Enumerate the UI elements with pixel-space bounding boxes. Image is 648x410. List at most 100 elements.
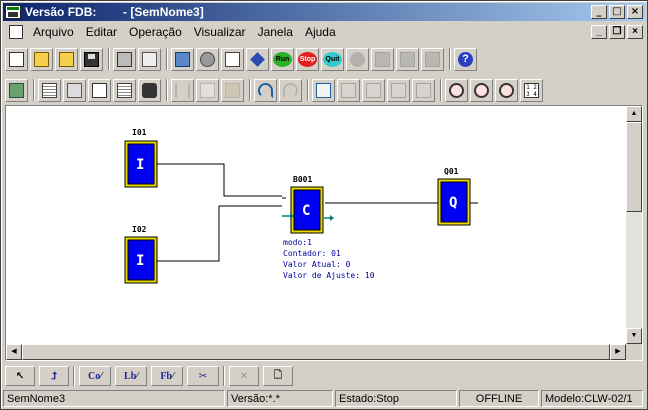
grid-numbers-button[interactable]: 1 2 3 4 — [520, 78, 543, 102]
label-button[interactable]: Lb ⁄ — [115, 366, 147, 386]
redo-icon — [283, 82, 298, 98]
column-button[interactable]: Co ⁄ — [79, 366, 111, 386]
transfer-button[interactable] — [221, 47, 244, 71]
cut-button[interactable] — [171, 78, 194, 102]
new-file-button[interactable] — [5, 47, 28, 71]
quit-button[interactable]: Quit — [321, 47, 344, 71]
vertical-scroll-thumb[interactable] — [626, 122, 642, 212]
scroll-left-arrow-icon[interactable]: ◀ — [6, 344, 22, 360]
menu-janela[interactable]: Janela — [252, 25, 299, 39]
scroll-right-arrow-icon[interactable]: ▶ — [610, 344, 626, 360]
write-button[interactable] — [421, 47, 444, 71]
move-left-button[interactable] — [387, 78, 410, 102]
block-id: Q01 — [444, 167, 459, 176]
function-block-icon — [67, 82, 82, 98]
refresh-button[interactable] — [196, 47, 219, 71]
output-block-q01[interactable]: Q01 Q — [437, 167, 471, 226]
delete-button[interactable]: ✕ — [229, 366, 259, 386]
vertical-scrollbar[interactable]: ▲ ▼ — [626, 106, 642, 344]
title-bar[interactable]: Versão FDB: - [SemNome3] _ □ × — [3, 3, 645, 21]
connection-tool-button[interactable] — [38, 78, 61, 102]
document-icon[interactable] — [9, 25, 23, 39]
counter-number: Contador: 01 — [283, 249, 341, 258]
horizontal-scroll-thumb[interactable] — [22, 344, 610, 360]
table-button[interactable] — [113, 78, 136, 102]
move-right-button[interactable] — [412, 78, 435, 102]
print-button[interactable] — [113, 47, 136, 71]
menu-ajuda[interactable]: Ajuda — [299, 25, 342, 39]
help-icon: ? — [458, 51, 473, 67]
move-down-button[interactable] — [362, 78, 385, 102]
input-block-i02[interactable]: I02 I — [124, 225, 158, 284]
toolbar-separator — [33, 79, 35, 101]
block-id: B001 — [293, 175, 312, 184]
scroll-corner — [626, 344, 642, 360]
save-disk-icon — [84, 51, 99, 67]
cut-icon — [175, 82, 190, 98]
zoom-fit-button[interactable] — [495, 78, 518, 102]
menu-arquivo[interactable]: Arquivo — [27, 25, 80, 39]
zoom-out-button[interactable] — [445, 78, 468, 102]
comment-button[interactable] — [88, 78, 111, 102]
monitor-button[interactable] — [371, 47, 394, 71]
scroll-down-arrow-icon[interactable]: ▼ — [626, 328, 642, 344]
connect-button[interactable] — [171, 47, 194, 71]
minimize-button[interactable]: _ — [591, 5, 607, 19]
mdi-close-button[interactable]: × — [627, 25, 643, 39]
find-button[interactable] — [138, 78, 161, 102]
toolbar-separator — [249, 79, 251, 101]
horizontal-scrollbar[interactable]: ◀ ▶ — [6, 344, 626, 360]
mdi-minimize-button[interactable]: _ — [591, 25, 607, 39]
disabled-read-icon — [400, 51, 415, 67]
main-toolbar: Run Stop Quit ? — [5, 45, 479, 73]
block-palette-button[interactable] — [5, 78, 28, 102]
maximize-button[interactable]: □ — [609, 5, 625, 19]
window-title: Versão FDB: - [SemNome3] — [25, 5, 204, 19]
mdi-restore-button[interactable]: ❐ — [609, 25, 625, 39]
new-folder-button[interactable] — [55, 47, 78, 71]
toolbar-separator — [440, 79, 442, 101]
open-button[interactable] — [30, 47, 53, 71]
input-block-i01[interactable]: I01 I — [124, 128, 158, 188]
wire-button[interactable]: ⮥ — [39, 366, 69, 386]
move-down-icon — [366, 82, 381, 98]
app-icon[interactable] — [5, 5, 21, 19]
print-preview-icon — [142, 51, 157, 67]
menu-editar[interactable]: Editar — [80, 25, 123, 39]
move-diagonal-button[interactable] — [312, 78, 335, 102]
paste-button[interactable] — [221, 78, 244, 102]
function-block-button[interactable] — [63, 78, 86, 102]
close-button[interactable]: × — [627, 5, 643, 19]
menu-visualizar[interactable]: Visualizar — [188, 25, 252, 39]
scroll-up-arrow-icon[interactable]: ▲ — [626, 106, 642, 122]
move-up-button[interactable] — [337, 78, 360, 102]
print-preview-button[interactable] — [138, 47, 161, 71]
undo-button[interactable] — [254, 78, 277, 102]
redo-button[interactable] — [279, 78, 302, 102]
menu-operacao[interactable]: Operação — [123, 25, 188, 39]
tools-button[interactable] — [246, 47, 269, 71]
stop-button[interactable]: Stop — [296, 47, 319, 71]
teal-output-arrowhead — [330, 215, 334, 221]
zoom-in-button[interactable] — [470, 78, 493, 102]
run-button[interactable]: Run — [271, 47, 294, 71]
fb-button[interactable]: Fb ⁄ — [151, 366, 183, 386]
run-icon: Run — [273, 51, 292, 67]
save-button[interactable] — [80, 47, 103, 71]
stop-icon: Stop — [298, 51, 317, 67]
read-button[interactable] — [396, 47, 419, 71]
toolbar-separator — [73, 366, 75, 386]
monitor-circle-button[interactable] — [346, 47, 369, 71]
counter-block-b001[interactable]: B001 C modo:1 Contador: 01 Valor Atual: … — [282, 175, 375, 280]
drawing-toolbar: ↖ ⮥ Co ⁄ Lb ⁄ Fb ⁄ ✂ ✕ 🗋 — [5, 365, 297, 387]
scissors-button[interactable]: ✂ — [187, 366, 219, 386]
toolbar-separator — [108, 48, 110, 70]
copy-button[interactable] — [196, 78, 219, 102]
help-button[interactable]: ? — [454, 47, 477, 71]
scissors-icon: ✂ — [198, 370, 208, 382]
find-binoculars-icon — [142, 82, 157, 98]
page-button[interactable]: 🗋 — [263, 366, 293, 386]
status-filename: SemNome3 — [3, 390, 225, 407]
diagram-canvas[interactable]: I01 I I02 I B001 C modo:1 Contador: 01 V… — [5, 105, 643, 361]
pointer-button[interactable]: ↖ — [5, 366, 35, 386]
